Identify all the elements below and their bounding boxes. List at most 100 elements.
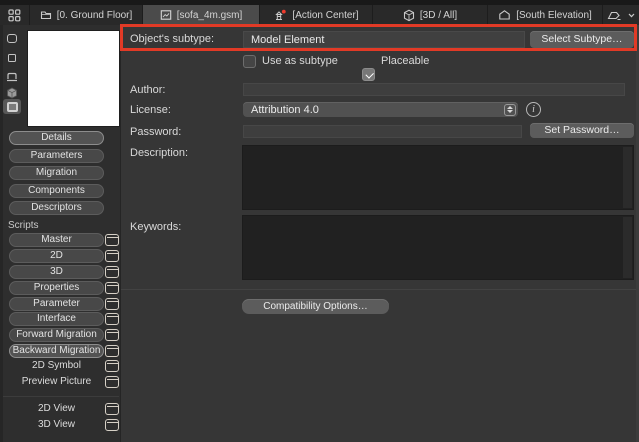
script-button-properties[interactable]: Properties (9, 281, 104, 295)
open-window-icon[interactable] (105, 360, 119, 372)
page-button-details[interactable]: Details (9, 131, 104, 145)
open-window-icon[interactable] (105, 234, 119, 246)
item-preview-picture[interactable]: Preview Picture (9, 375, 104, 388)
script-button-parameter[interactable]: Parameter (9, 297, 104, 311)
object-preview-canvas[interactable] (27, 30, 120, 127)
button-label: Parameter (33, 298, 80, 309)
open-window-icon[interactable] (105, 266, 119, 278)
floor-plan-icon (40, 11, 51, 20)
button-label: 2D (50, 250, 63, 261)
subtype-field[interactable]: Model Element (243, 31, 525, 48)
item-label: 2D Symbol (32, 359, 81, 371)
script-button-forward-migration[interactable]: Forward Migration (9, 328, 104, 342)
textarea-scrollbar-track[interactable] (623, 147, 632, 208)
button-label: Forward Migration (16, 329, 97, 340)
author-field[interactable] (243, 83, 625, 96)
preview-mode-2d-view[interactable] (3, 50, 21, 65)
front-view-arch-icon (7, 72, 17, 82)
chevron-up-icon (507, 106, 513, 109)
open-window-icon[interactable] (105, 282, 119, 294)
open-window-icon[interactable] (105, 345, 119, 357)
object-picture-icon (160, 10, 171, 20)
open-window-icon[interactable] (105, 298, 119, 310)
keywords-textarea[interactable] (242, 215, 634, 280)
page-button-migration[interactable]: Migration (9, 166, 104, 180)
tab-label: [0. Ground Floor] (56, 9, 133, 21)
tab-sofa-gsm[interactable]: [sofa_4m.gsm] (143, 5, 260, 25)
open-window-icon[interactable] (105, 376, 119, 388)
button-label: Properties (33, 282, 80, 293)
license-info-button[interactable]: i (526, 102, 541, 117)
info-icon: i (532, 104, 535, 115)
tab-bar: [0. Ground Floor] [sofa_4m.gsm] [Action … (0, 5, 639, 25)
preview-mode-front-view[interactable] (3, 69, 21, 84)
2d-symbol-icon (7, 34, 17, 43)
gdl-object-editor-window: [0. Ground Floor] [sofa_4m.gsm] [Action … (0, 0, 639, 442)
tab-ground-floor[interactable]: [0. Ground Floor] (30, 5, 143, 25)
subtype-value: Model Element (251, 33, 325, 46)
script-button-interface[interactable]: Interface (9, 312, 104, 326)
script-button-master[interactable]: Master (9, 233, 104, 247)
select-subtype-button[interactable]: Select Subtype… (530, 31, 634, 48)
page-button-components[interactable]: Components (9, 184, 104, 198)
tab-action-center[interactable]: [Action Center] (260, 5, 373, 25)
elevation-house-icon (499, 10, 510, 20)
compatibility-options-button[interactable]: Compatibility Options… (242, 299, 389, 314)
button-label: Migration (35, 167, 78, 178)
script-button-3d[interactable]: 3D (9, 265, 104, 279)
tab-label: [Action Center] (292, 9, 359, 21)
3d-cube-icon (403, 9, 414, 21)
open-window-icon[interactable] (105, 250, 119, 262)
script-button-2d[interactable]: 2D (9, 249, 104, 263)
use-as-subtype-checkbox[interactable] (243, 55, 256, 68)
open-window-icon[interactable] (105, 419, 119, 431)
scripts-section-label: Scripts (8, 220, 39, 231)
preview-mode-picture[interactable] (3, 99, 21, 114)
button-label: Select Subtype… (541, 33, 623, 46)
page-button-descriptors[interactable]: Descriptors (9, 201, 104, 215)
subtype-label: Object's subtype: (130, 33, 215, 45)
license-dropdown[interactable]: Attribution 4.0 (243, 102, 518, 117)
chevron-down-icon (628, 13, 635, 17)
button-label: Set Password… (544, 124, 620, 137)
placeable-label: Placeable (381, 55, 430, 67)
sidebar-divider (3, 396, 119, 397)
item-label: 3D View (37, 418, 76, 430)
description-textarea[interactable] (242, 145, 634, 210)
item-2d-symbol[interactable]: 2D Symbol (9, 359, 104, 372)
open-window-icon[interactable] (105, 329, 119, 341)
license-label: License: (130, 104, 171, 116)
open-window-icon[interactable] (105, 313, 119, 325)
grid-icon (8, 8, 21, 21)
button-label: Descriptors (31, 202, 82, 213)
item-3d-view[interactable]: 3D View (9, 418, 104, 431)
2d-view-icon (8, 53, 16, 62)
tab-overview-button[interactable] (0, 5, 30, 25)
button-label: Backward Migration (12, 345, 101, 356)
textarea-scrollbar-track[interactable] (623, 217, 632, 278)
item-2d-view[interactable]: 2D View (9, 402, 104, 415)
preview-mode-3d-view[interactable] (3, 85, 21, 100)
set-password-button[interactable]: Set Password… (530, 123, 634, 138)
section-divider (121, 289, 639, 290)
tab-3d-all[interactable]: [3D / All] (373, 5, 488, 25)
view-switch-dropdown[interactable] (603, 5, 639, 25)
preview-mode-2d-symbol[interactable] (3, 31, 21, 46)
page-button-parameters[interactable]: Parameters (9, 149, 104, 163)
3d-view-cube-icon (7, 87, 17, 98)
placeable-checkbox[interactable] (362, 68, 375, 81)
tab-south-elevation[interactable]: [South Elevation] (488, 5, 603, 25)
item-label: 2D View (37, 402, 76, 414)
button-label: Details (41, 132, 72, 143)
action-center-tower-icon (275, 9, 287, 20)
button-label: Parameters (30, 150, 83, 161)
button-label: Interface (37, 313, 76, 324)
license-value: Attribution 4.0 (251, 103, 319, 116)
password-field[interactable] (243, 125, 522, 138)
script-button-backward-migration[interactable]: Backward Migration (9, 344, 104, 358)
button-label: 3D (50, 266, 63, 277)
description-label: Description: (130, 147, 189, 159)
open-window-icon[interactable] (105, 403, 119, 415)
keywords-label: Keywords: (130, 221, 182, 233)
item-label: Preview Picture (21, 375, 92, 387)
